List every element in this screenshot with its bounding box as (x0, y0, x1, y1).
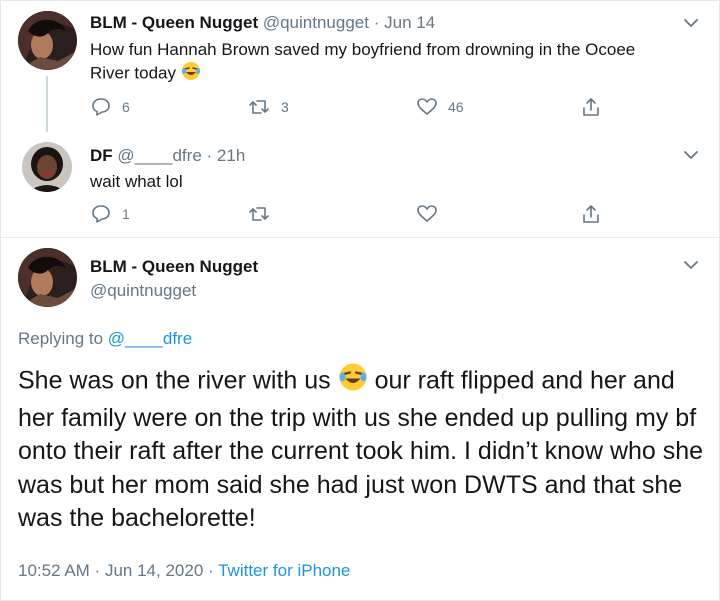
retweet-icon (249, 207, 269, 221)
face-with-tears-of-joy-icon (338, 362, 368, 402)
retweet-button[interactable]: 3 (247, 96, 289, 118)
tweet1-actions: 6 3 46 (90, 96, 610, 120)
heart-icon (417, 98, 437, 115)
handle[interactable]: @____dfre (117, 146, 201, 165)
reply-button[interactable]: 1 (90, 203, 130, 225)
divider (0, 237, 720, 238)
retweet-icon (249, 100, 269, 114)
reply-icon (92, 205, 110, 223)
main-tweet-text: She was on the river with us our raft fl… (18, 362, 708, 536)
display-name[interactable]: DF (90, 146, 113, 165)
share-button[interactable] (580, 96, 602, 118)
tweet1-header: BLM - Queen Nugget @quintnugget · Jun 14 (90, 13, 435, 33)
like-button[interactable] (416, 203, 438, 225)
main-tweet-handle[interactable]: @quintnugget (90, 281, 196, 301)
avatar-quintnugget[interactable] (18, 11, 77, 70)
tweet2-text: wait what lol (90, 172, 183, 191)
replying-prefix: Replying to (18, 329, 104, 348)
tweet2-header: DF @____dfre · 21h (90, 146, 245, 166)
heart-icon (417, 205, 437, 222)
tweet1-text: How fun Hannah Brown saved my boyfriend … (90, 38, 700, 87)
share-icon (583, 205, 599, 223)
main-tweet-name: BLM - Queen Nugget (90, 257, 258, 277)
tweet-date[interactable]: 21h (217, 146, 245, 165)
main-text-part: She was on the river with us (18, 366, 331, 395)
share-button[interactable] (580, 203, 602, 225)
share-icon (583, 98, 599, 116)
separator: · (206, 146, 213, 165)
text-line: River today (90, 61, 700, 87)
display-name[interactable]: BLM - Queen Nugget (90, 257, 258, 276)
tweet-full-date[interactable]: Jun 14, 2020 (105, 561, 203, 580)
tweet-source-link[interactable]: Twitter for iPhone (218, 561, 350, 580)
reply-count: 6 (122, 99, 130, 115)
replying-handle-link[interactable]: @____dfre (108, 329, 192, 348)
avatar-quintnugget[interactable] (18, 248, 77, 307)
avatar-dfre[interactable] (22, 142, 72, 192)
reply-count: 1 (122, 206, 130, 222)
like-count: 46 (448, 99, 464, 115)
chevron-down-icon[interactable] (682, 256, 700, 279)
meta-dot: · (94, 561, 101, 580)
chevron-down-icon[interactable] (682, 146, 700, 169)
text-line-part: River today (90, 63, 176, 83)
like-button[interactable]: 46 (416, 96, 464, 118)
text-line: How fun Hannah Brown saved my boyfriend … (90, 40, 636, 59)
tweet-meta: 10:52 AM · Jun 14, 2020 · Twitter for iP… (18, 561, 350, 581)
reply-icon (92, 98, 110, 116)
chevron-down-icon[interactable] (682, 14, 700, 37)
handle[interactable]: @quintnugget (263, 13, 369, 32)
tweet2-actions: 1 (90, 203, 610, 227)
replying-to: Replying to @____dfre (18, 329, 192, 349)
face-with-tears-of-joy-icon (181, 61, 201, 87)
tweet-time[interactable]: 10:52 AM (18, 561, 90, 580)
retweet-button[interactable] (247, 203, 271, 225)
meta-dot: · (208, 561, 214, 580)
retweet-count: 3 (281, 99, 289, 115)
separator: · (373, 13, 380, 32)
display-name[interactable]: BLM - Queen Nugget (90, 13, 258, 32)
thread-line (46, 76, 48, 132)
reply-button[interactable]: 6 (90, 96, 130, 118)
tweet-date[interactable]: Jun 14 (384, 13, 435, 32)
